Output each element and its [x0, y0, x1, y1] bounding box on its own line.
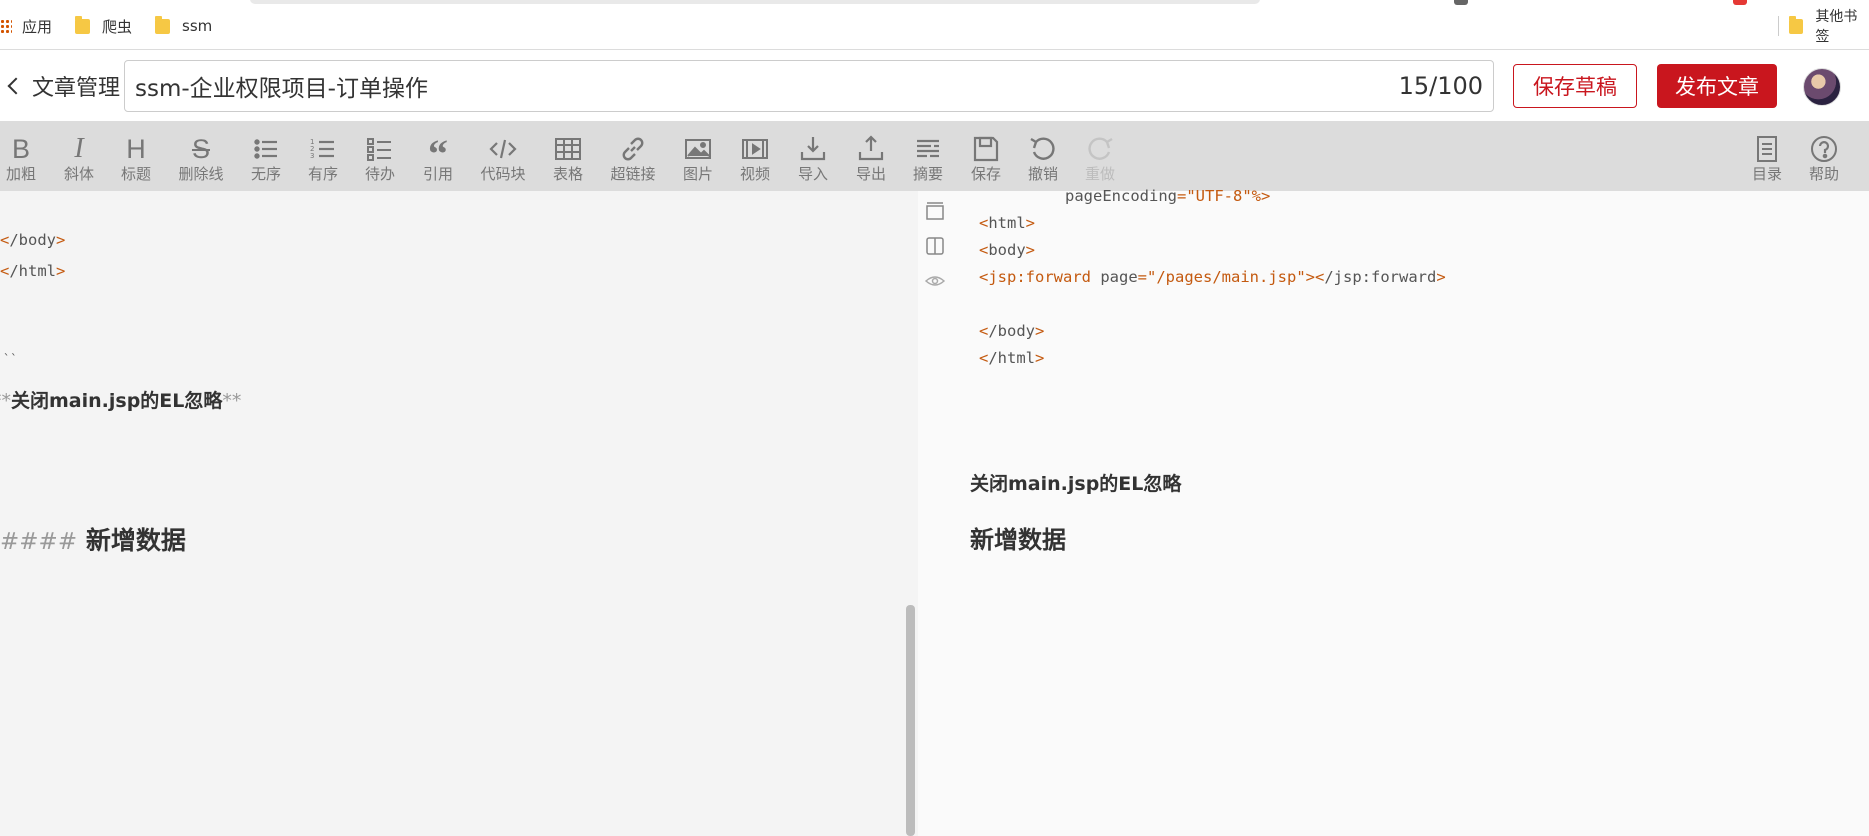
split-view-icon[interactable] [925, 236, 945, 256]
tool-unordered-list[interactable]: 无序 [238, 121, 294, 191]
tool-toc[interactable]: 目录 [1739, 121, 1795, 191]
editor-line: </html> [0, 262, 66, 280]
tab-favicon[interactable] [1733, 0, 1747, 5]
editor-header: 文章管理 15/100 保存草稿 发布文章 [0, 51, 1869, 121]
preview-code-line: </html> [979, 349, 1045, 367]
editor-scrollbar[interactable] [906, 605, 915, 836]
tool-todo[interactable]: 待办 [352, 121, 408, 191]
tool-video[interactable]: 视频 [727, 121, 783, 191]
bookmark-folder[interactable]: ssm [155, 14, 212, 38]
divider [1778, 16, 1779, 36]
tool-bold[interactable]: B 加粗 [0, 121, 49, 191]
back-label: 文章管理 [32, 76, 121, 101]
publish-button[interactable]: 发布文章 [1657, 64, 1777, 108]
editor-toolbar: B 加粗 I 斜体 H 标题 S 删除线 无序 123 有序 待办 “ 引用 代… [0, 121, 1869, 191]
chevron-left-icon [7, 77, 25, 95]
tool-redo[interactable]: 重做 [1072, 121, 1128, 191]
svg-text:3: 3 [310, 152, 314, 160]
preview-code-line: <body> [979, 241, 1036, 259]
folder-icon [1789, 15, 1804, 34]
preview-eye-icon[interactable] [924, 271, 946, 291]
title-input[interactable] [135, 70, 1335, 102]
bookmark-apps[interactable]: 应用 [0, 14, 52, 38]
title-field[interactable]: 15/100 [124, 60, 1494, 112]
preview-code-line: <html> [979, 214, 1036, 232]
preview-bold-text: 关闭main.jsp的EL忽略 [970, 473, 1182, 495]
tool-help[interactable]: 帮助 [1796, 121, 1852, 191]
tool-quote[interactable]: “ 引用 [410, 121, 466, 191]
preview-code-line: </body> [979, 322, 1045, 340]
tool-link[interactable]: 超链接 [605, 121, 661, 191]
bookmark-label: ssm [182, 17, 213, 35]
tool-image[interactable]: 图片 [670, 121, 726, 191]
tool-summary[interactable]: 摘要 [900, 121, 956, 191]
tool-undo[interactable]: 撤销 [1015, 121, 1071, 191]
preview-heading: 新增数据 [970, 526, 1066, 554]
markdown-preview [918, 191, 1869, 836]
bookmark-label: 爬虫 [102, 17, 133, 36]
save-draft-button[interactable]: 保存草稿 [1513, 64, 1637, 108]
bookmark-other[interactable]: 其他书签 [1789, 9, 1869, 45]
editor-code-fence: `` [3, 352, 18, 366]
folder-icon [75, 15, 90, 34]
bookmark-label: 其他书签 [1815, 9, 1858, 45]
folder-icon [155, 15, 170, 34]
editor-bold-line: **关闭main.jsp的EL忽略** [0, 390, 242, 412]
tool-save[interactable]: 保存 [958, 121, 1014, 191]
back-button[interactable]: 文章管理 [2, 71, 120, 101]
tool-italic[interactable]: I 斜体 [51, 121, 107, 191]
bookmark-label: 应用 [22, 17, 53, 36]
tool-export[interactable]: 导出 [843, 121, 899, 191]
preview-code-line: pageEncoding="UTF-8"%> [1065, 187, 1271, 205]
tab-strip-edge [0, 0, 1869, 5]
editor-line: </body> [0, 231, 66, 249]
editor-heading-line: #### 新增数据 [0, 526, 186, 555]
bookmarks-bar: 应用 爬虫 ssm 其他书签 [0, 0, 1869, 50]
sync-scroll-icon[interactable] [925, 201, 945, 221]
tool-table[interactable]: 表格 [540, 121, 596, 191]
title-char-count: 15/100 [1398, 72, 1483, 100]
bookmark-folder[interactable]: 爬虫 [75, 14, 132, 38]
markdown-editor[interactable] [0, 191, 918, 836]
preview-code-line: <jsp:forward page="/pages/main.jsp"></js… [979, 268, 1446, 286]
tool-heading[interactable]: H 标题 [108, 121, 164, 191]
tool-import[interactable]: 导入 [785, 121, 841, 191]
tool-ordered-list[interactable]: 123 有序 [295, 121, 351, 191]
tool-strikethrough[interactable]: S 删除线 [173, 121, 229, 191]
tool-code-block[interactable]: 代码块 [475, 121, 531, 191]
tab-favicon[interactable] [1454, 0, 1468, 5]
apps-grid-icon [0, 18, 12, 34]
avatar[interactable] [1803, 68, 1841, 106]
